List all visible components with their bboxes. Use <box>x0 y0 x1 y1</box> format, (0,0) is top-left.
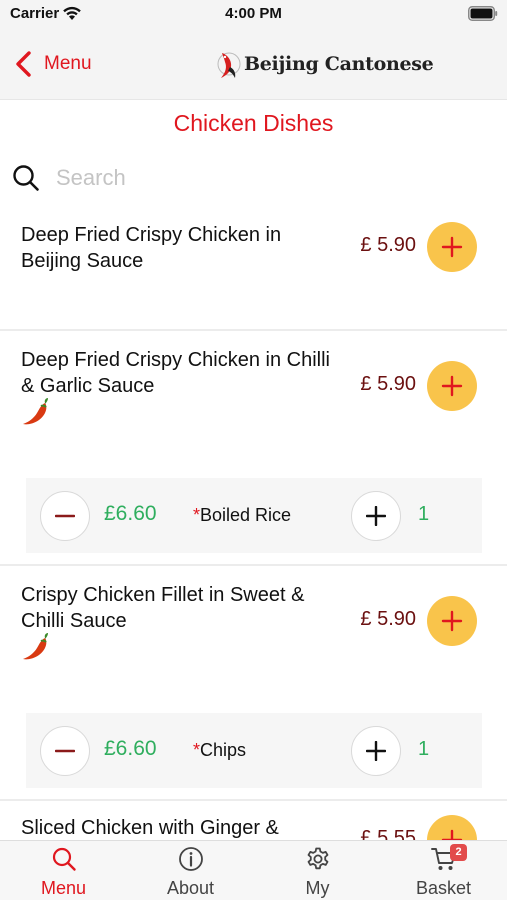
chilli-pepper-icon <box>23 633 48 660</box>
tab-menu[interactable]: Menu <box>0 841 127 900</box>
chilli-pepper-icon <box>23 398 48 425</box>
restaurant-logo: Beijing Cantonese <box>216 44 434 84</box>
dish-row: Deep Fried Crispy Chicken in Chilli & Ga… <box>0 331 507 566</box>
option-price: £6.60 <box>104 502 157 525</box>
koi-fish-logo-icon <box>217 52 241 78</box>
back-label: Menu <box>44 53 92 74</box>
search-bar <box>0 158 507 198</box>
decrease-option-button[interactable] <box>40 491 90 541</box>
add-dish-button[interactable] <box>427 596 477 646</box>
tab-label: Menu <box>40 878 87 898</box>
option-row: £6.60 *Boiled Rice 1 <box>26 478 482 553</box>
increase-option-button[interactable] <box>351 726 401 776</box>
option-name: Chips <box>200 740 247 760</box>
option-label: *Chips <box>193 740 246 761</box>
dish-price: £ 5.90 <box>360 373 416 395</box>
tab-bar: Menu About My 2 Basket <box>0 840 507 900</box>
dish-name: Deep Fried Crispy Chicken in Chilli & Ga… <box>21 349 330 397</box>
plus-icon <box>441 375 463 397</box>
minus-icon <box>55 749 75 753</box>
plus-icon <box>441 610 463 632</box>
dish-price: £ 5.55 <box>360 827 416 840</box>
tab-label: About <box>166 878 215 898</box>
tab-label: My <box>305 878 330 898</box>
tab-my[interactable]: My <box>254 841 381 900</box>
plus-icon <box>366 741 386 761</box>
dish-name: Deep Fried Crispy Chicken in Beijing Sau… <box>21 224 282 272</box>
info-icon <box>178 847 203 871</box>
search-input[interactable] <box>56 160 486 196</box>
navigation-bar: Menu Beijing Cantonese <box>0 28 507 100</box>
required-mark: * <box>193 505 201 525</box>
add-dish-button[interactable] <box>427 361 477 411</box>
option-row: £6.60 *Chips 1 <box>26 713 482 788</box>
search-icon <box>52 847 76 871</box>
plus-icon <box>441 829 463 840</box>
add-dish-button[interactable] <box>427 222 477 272</box>
dish-list[interactable]: Deep Fried Crispy Chicken in Beijing Sau… <box>0 206 507 840</box>
battery-icon <box>468 6 498 21</box>
dish-name: Sliced Chicken with Ginger & <box>21 817 279 839</box>
plus-icon <box>366 506 386 526</box>
dish-name: Crispy Chicken Fillet in Sweet & Chilli … <box>21 584 305 632</box>
decrease-option-button[interactable] <box>40 726 90 776</box>
page-title: Chicken Dishes <box>173 110 334 136</box>
tab-label: Basket <box>415 878 472 898</box>
increase-option-button[interactable] <box>351 491 401 541</box>
logo-text: Beijing Cantonese <box>244 53 434 75</box>
option-quantity: 1 <box>418 503 430 525</box>
required-mark: * <box>193 740 201 760</box>
dish-price: £ 5.90 <box>360 608 416 630</box>
option-quantity: 1 <box>418 738 430 760</box>
chevron-left-icon <box>16 51 31 77</box>
plus-icon <box>441 236 463 258</box>
tab-about[interactable]: About <box>127 841 254 900</box>
dish-row: Crispy Chicken Fillet in Sweet & Chilli … <box>0 566 507 801</box>
option-name: Boiled Rice <box>200 505 292 525</box>
dish-row: Sliced Chicken with Ginger & £ 5.55 <box>0 801 507 840</box>
minus-icon <box>55 514 75 518</box>
dish-row: Deep Fried Crispy Chicken in Beijing Sau… <box>0 206 507 331</box>
add-dish-button[interactable] <box>427 815 477 840</box>
dish-price: £ 5.90 <box>360 234 416 256</box>
tab-basket[interactable]: 2 Basket <box>380 841 507 900</box>
status-time: 4:00 PM <box>225 5 282 22</box>
option-label: *Boiled Rice <box>193 505 291 526</box>
gear-icon <box>307 847 328 870</box>
basket-count-badge: 2 <box>450 844 467 861</box>
option-price: £6.60 <box>104 737 157 760</box>
status-bar: Carrier 4:00 PM <box>0 0 507 28</box>
back-button[interactable]: Menu <box>14 48 92 80</box>
search-icon <box>13 165 39 191</box>
